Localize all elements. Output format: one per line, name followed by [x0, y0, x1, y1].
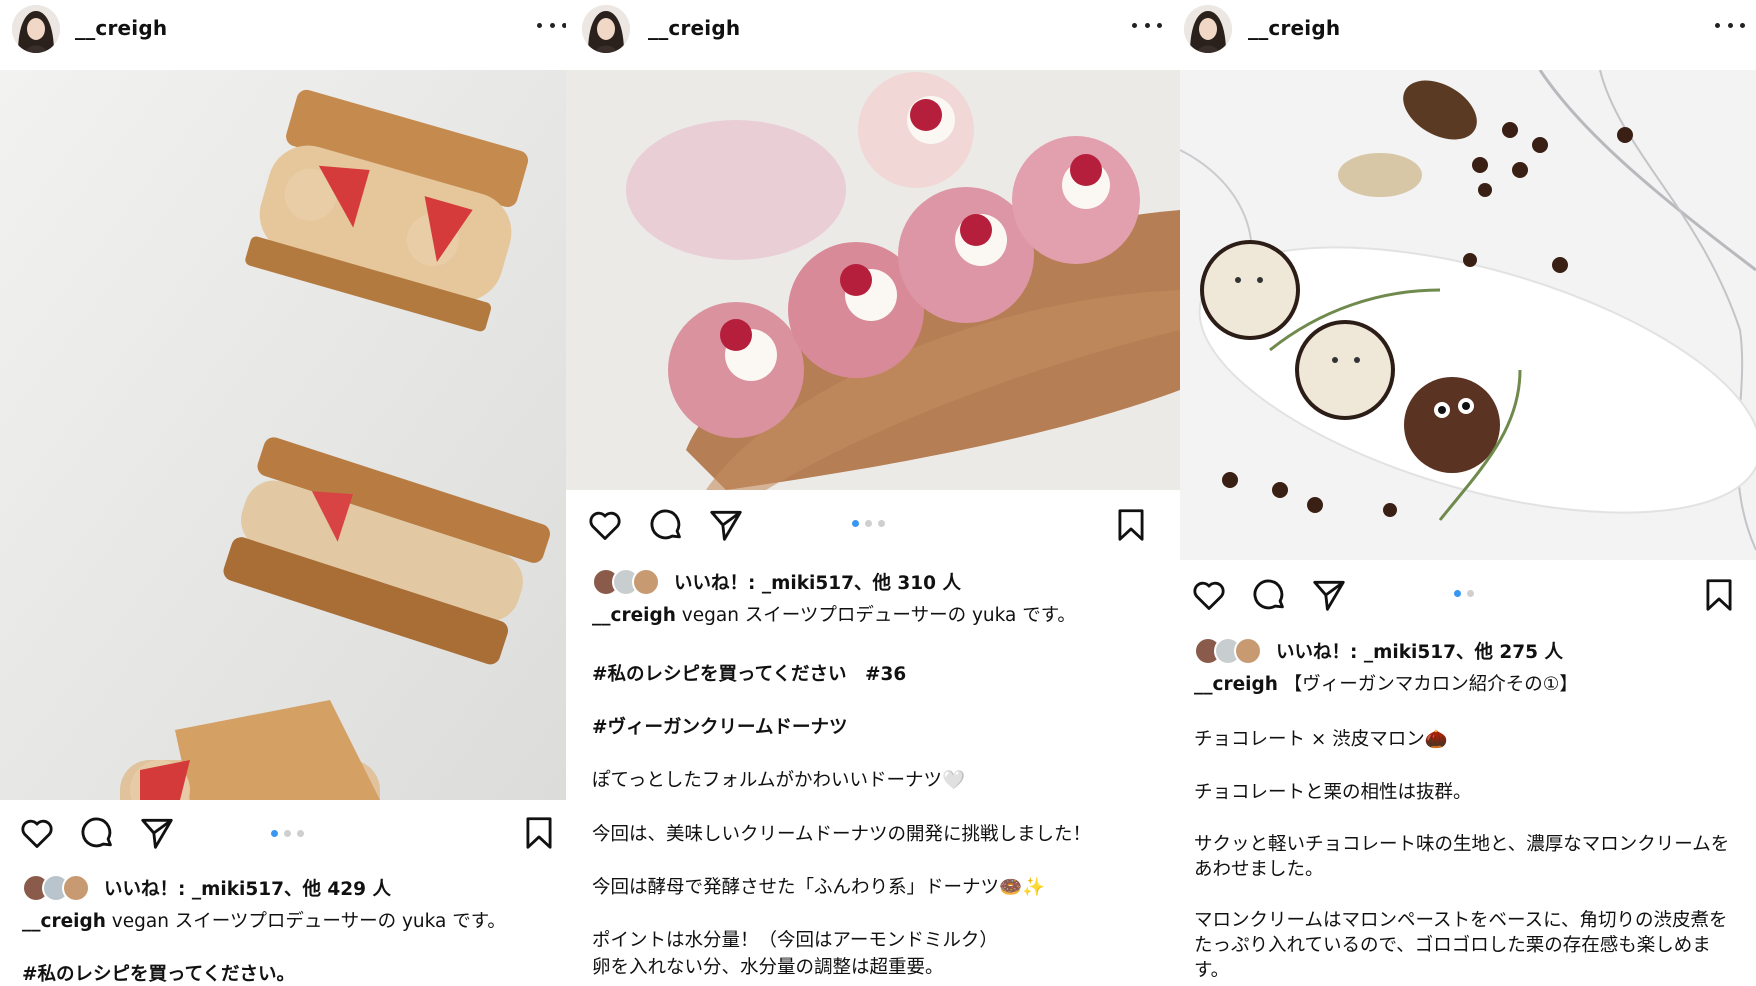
- carousel-indicator: [1454, 590, 1474, 597]
- caption-line: マロンクリームはマロンペーストをベースに、角切りの渋皮煮を: [1194, 910, 1728, 931]
- post-header: __creigh: [566, 0, 1180, 70]
- caption: __creigh 【ヴィーガンマカロン紹介その①】: [1194, 672, 1578, 698]
- caption-line: ポイントは水分量！（今回はアーモンドミルク）: [592, 930, 998, 951]
- caption-text: vegan スイーツプロデューサーの yuka です。: [105, 911, 506, 932]
- bookmark-icon[interactable]: [1700, 576, 1738, 614]
- likes-row[interactable]: いいね！: _miki517、他 310 人: [592, 568, 961, 596]
- post-3: __creigh いいね！: _miki517、他 275 人 __creigh…: [1180, 0, 1756, 986]
- caption-line: ぽてっとしたフォルムがかわいいドーナツ🤍: [592, 770, 966, 791]
- caption-line: サクッと軽いチョコレート味の生地と、濃厚なマロンクリームを: [1194, 834, 1730, 855]
- likes-row[interactable]: いいね！: _miki517、他 275 人: [1194, 637, 1563, 665]
- comment-icon[interactable]: [78, 814, 116, 852]
- more-icon[interactable]: [1132, 10, 1162, 40]
- more-icon[interactable]: [1715, 10, 1745, 40]
- heart-icon[interactable]: [586, 506, 624, 544]
- caption-text: 【ヴィーガンマカロン紹介その①】: [1277, 674, 1578, 695]
- caption-line: チョコレートと栗の相性は抜群。: [1194, 782, 1472, 803]
- carousel-dot: [1454, 590, 1461, 597]
- bookmark-icon[interactable]: [520, 814, 558, 852]
- liker-avatar: [632, 568, 660, 596]
- share-icon[interactable]: [707, 506, 745, 544]
- liker-avatar: [1234, 637, 1262, 665]
- heart-icon[interactable]: [18, 814, 56, 852]
- caption-line: 今回は、美味しいクリームドーナツの開発に挑戦しました！: [592, 824, 1091, 845]
- comment-icon[interactable]: [647, 506, 685, 544]
- caption: __creigh vegan スイーツプロデューサーの yuka です。: [22, 909, 506, 935]
- caption-username[interactable]: __creigh: [22, 911, 106, 932]
- liker-avatar: [62, 874, 90, 902]
- carousel-dot: [284, 830, 291, 837]
- heart-icon[interactable]: [1190, 576, 1228, 614]
- action-bar: [1180, 560, 1756, 620]
- likes-text: いいね！: _miki517、他 275 人: [1276, 642, 1563, 663]
- bookmark-icon[interactable]: [1112, 506, 1150, 544]
- caption: __creigh vegan スイーツプロデューサーの yuka です。: [592, 603, 1076, 629]
- carousel-indicator: [852, 520, 885, 527]
- caption-text: vegan スイーツプロデューサーの yuka です。: [675, 605, 1076, 626]
- hashtag[interactable]: #私のレシピを買ってください。: [22, 960, 295, 986]
- post-image[interactable]: [0, 70, 566, 800]
- post-image[interactable]: [1180, 70, 1756, 560]
- post-header: __creigh: [0, 0, 566, 70]
- post-1: __creigh いいね！: _miki517、他 429 人 __creigh…: [0, 0, 566, 986]
- more-icon[interactable]: [537, 10, 566, 40]
- caption-username[interactable]: __creigh: [1194, 674, 1278, 695]
- caption-line: チョコレート × 渋皮マロン🌰: [1194, 729, 1448, 750]
- caption-line: あわせました。: [1194, 859, 1324, 880]
- likes-text: いいね！: _miki517、他 310 人: [674, 573, 961, 594]
- post-image[interactable]: [566, 70, 1180, 490]
- post-header: __creigh: [1180, 0, 1756, 70]
- action-bar: [0, 800, 566, 860]
- username[interactable]: __creigh: [75, 16, 167, 40]
- hashtag[interactable]: #ヴィーガンクリームドーナツ: [592, 713, 847, 739]
- carousel-dot: [865, 520, 872, 527]
- caption-line: たっぷり入れているので、ゴロゴロした栗の存在感も楽しめま: [1194, 935, 1711, 956]
- action-bar: [566, 490, 1180, 550]
- username[interactable]: __creigh: [648, 16, 740, 40]
- post-2: __creigh いいね！: _miki517、他 310 人 __creigh…: [566, 0, 1180, 986]
- caption-line: 卵を入れない分、水分量の調整は超重要。: [592, 957, 944, 978]
- username[interactable]: __creigh: [1248, 16, 1340, 40]
- avatar[interactable]: [12, 5, 60, 53]
- caption-username[interactable]: __creigh: [592, 605, 676, 626]
- avatar[interactable]: [582, 5, 630, 53]
- carousel-dot: [271, 830, 278, 837]
- carousel-indicator: [271, 830, 304, 837]
- caption-line: す。: [1194, 960, 1230, 981]
- carousel-dot: [878, 520, 885, 527]
- likes-row[interactable]: いいね！: _miki517、他 429 人: [22, 874, 391, 902]
- share-icon[interactable]: [1310, 576, 1348, 614]
- avatar[interactable]: [1184, 5, 1232, 53]
- share-icon[interactable]: [138, 814, 176, 852]
- caption-line: 今回は酵母で発酵させた「ふんわり系」ドーナツ🍩✨: [592, 877, 1046, 898]
- carousel-dot: [1467, 590, 1474, 597]
- likes-text: いいね！: _miki517、他 429 人: [104, 879, 391, 900]
- hashtag[interactable]: #私のレシピを買ってください #36: [592, 660, 906, 686]
- carousel-dot: [297, 830, 304, 837]
- carousel-dot: [852, 520, 859, 527]
- comment-icon[interactable]: [1250, 576, 1288, 614]
